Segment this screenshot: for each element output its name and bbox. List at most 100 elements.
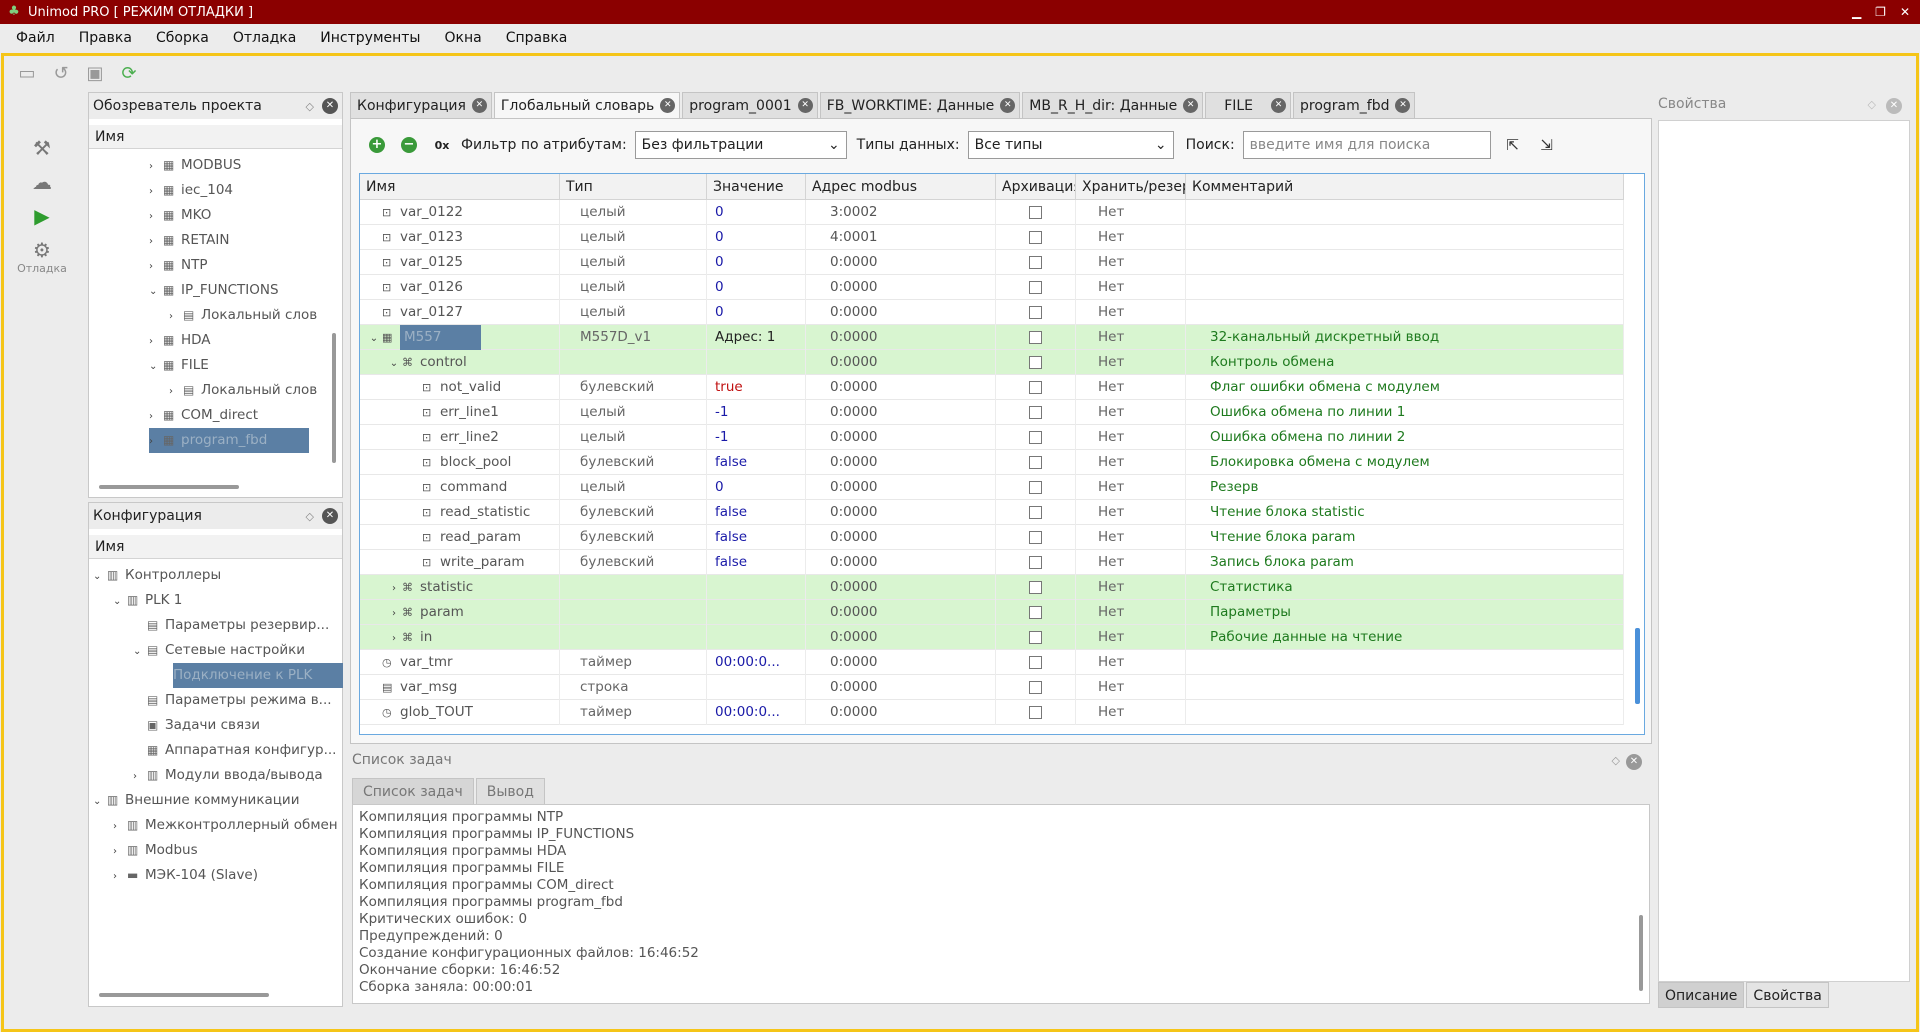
menu-help[interactable]: Справка [494, 30, 580, 46]
remove-variable-icon[interactable]: − [401, 137, 417, 153]
close-icon[interactable]: ✕ [1886, 98, 1902, 114]
collapse-arrow-icon[interactable]: ⌄ [113, 589, 127, 613]
cell-value[interactable]: 0 [707, 250, 806, 275]
cell-name[interactable]: › ⌘ param [360, 600, 560, 625]
cell-name[interactable]: ⊡ var_0126 [360, 275, 560, 300]
table-row[interactable]: ◷ glob_TOUT таймер 00:00:0... 0:0000 Нет [360, 700, 1624, 725]
cell-value[interactable] [707, 675, 806, 700]
cell-keep[interactable]: Нет [1076, 375, 1186, 400]
tree-item[interactable]: ⌄ ▦ FILE [149, 353, 329, 378]
collapse-arrow-icon[interactable]: ⌄ [149, 354, 163, 378]
tree-item[interactable]: ▦ Аппаратная конфигур... [133, 738, 339, 763]
cell-value[interactable]: Адрес: 1 [707, 325, 806, 350]
cell-name[interactable]: ⊡ err_line2 [360, 425, 560, 450]
cell-keep[interactable]: Нет [1076, 675, 1186, 700]
archive-checkbox[interactable] [1029, 380, 1042, 394]
cell-name[interactable]: ◷ glob_TOUT [360, 700, 560, 725]
cell-addr[interactable]: 0:0000 [806, 650, 996, 675]
vertical-scrollbar[interactable] [1639, 915, 1643, 991]
expand-arrow-icon[interactable]: › [113, 814, 127, 838]
export-icon[interactable]: ⇱ [1501, 133, 1525, 157]
cell-name[interactable]: › ⌘ in [360, 625, 560, 650]
archive-checkbox[interactable] [1029, 555, 1042, 569]
table-row[interactable]: › ⌘ param 0:0000 Нет Параметры [360, 600, 1624, 625]
types-select[interactable]: Все типы ⌄ [967, 131, 1174, 159]
cell-type[interactable]: строка [560, 675, 707, 700]
archive-checkbox[interactable] [1029, 580, 1042, 594]
cell-comment[interactable]: Рабочие данные на чтение [1186, 625, 1624, 650]
tree-item[interactable]: › ▦ iec_104 [149, 178, 329, 203]
archive-checkbox[interactable] [1029, 655, 1042, 669]
archive-checkbox[interactable] [1029, 530, 1042, 544]
cell-addr[interactable]: 0:0000 [806, 250, 996, 275]
cell-comment[interactable]: Статистика [1186, 575, 1624, 600]
archive-checkbox[interactable] [1029, 230, 1042, 244]
cell-keep[interactable]: Нет [1076, 550, 1186, 575]
table-row[interactable]: › ⌘ in 0:0000 Нет Рабочие данные на чтение [360, 625, 1624, 650]
tab-program-fbd[interactable]: program_fbd ✕ [1293, 92, 1416, 118]
cell-value[interactable] [707, 625, 806, 650]
col-value[interactable]: Значение [707, 174, 806, 200]
tree-item[interactable]: ⌄ ▥ Внешние коммуникации [93, 788, 333, 813]
cell-type[interactable]: M557D_v1 [560, 325, 707, 350]
restore-icon[interactable]: ❐ [1875, 5, 1886, 19]
cell-addr[interactable]: 4:0001 [806, 225, 996, 250]
cell-name[interactable]: ⊡ var_0127 [360, 300, 560, 325]
col-archive[interactable]: Архивация [996, 174, 1076, 200]
cell-value[interactable]: -1 [707, 400, 806, 425]
col-type[interactable]: Тип [560, 174, 707, 200]
cell-keep[interactable]: Нет [1076, 275, 1186, 300]
table-row[interactable]: ⊡ block_pool булевский false 0:0000 Нет Блокир… [360, 450, 1624, 475]
cell-name[interactable]: › ⌘ statistic [360, 575, 560, 600]
cell-addr[interactable]: 0:0000 [806, 625, 996, 650]
run-icon[interactable]: ▶ [4, 204, 80, 228]
tab-output[interactable]: Вывод [475, 778, 545, 804]
menu-windows[interactable]: Окна [432, 30, 493, 46]
tree-item[interactable]: › ▤ Локальный слов [169, 303, 329, 328]
tree-item[interactable]: ⌄ ▤ Сетевые настройки [133, 638, 339, 663]
col-name[interactable]: Имя [360, 174, 560, 200]
tab-task-list[interactable]: Список задач [352, 778, 474, 804]
cell-comment[interactable] [1186, 200, 1624, 225]
col-keep[interactable]: Хранить/резерв [1076, 174, 1186, 200]
import-icon[interactable]: ⇲ [1535, 133, 1559, 157]
menu-debug[interactable]: Отладка [221, 30, 308, 46]
close-tab-icon[interactable]: ✕ [471, 98, 487, 113]
cell-type[interactable]: целый [560, 475, 707, 500]
cell-type[interactable]: целый [560, 300, 707, 325]
cell-comment[interactable]: 32-канальный дискретный ввод [1186, 325, 1624, 350]
cell-comment[interactable]: Параметры [1186, 600, 1624, 625]
expand-arrow-icon[interactable]: › [169, 304, 183, 328]
cell-name[interactable]: ⊡ var_0125 [360, 250, 560, 275]
cell-type[interactable]: целый [560, 275, 707, 300]
col-comment[interactable]: Комментарий [1186, 174, 1624, 200]
table-row[interactable]: ⊡ read_statistic булевский false 0:0000 Нет Чт… [360, 500, 1624, 525]
archive-checkbox[interactable] [1029, 480, 1042, 494]
close-tab-icon[interactable]: ✕ [1271, 98, 1287, 113]
upload-cloud-icon[interactable]: ☁ [4, 170, 80, 194]
cell-type[interactable]: целый [560, 400, 707, 425]
menu-file[interactable]: Файл [4, 30, 67, 46]
expand-arrow-icon[interactable]: › [169, 379, 183, 403]
close-tab-icon[interactable]: ✕ [1395, 98, 1411, 113]
cell-keep[interactable]: Нет [1076, 500, 1186, 525]
tree-item[interactable]: › ▥ Межконтроллерный обмен [113, 813, 339, 838]
cell-addr[interactable]: 3:0002 [806, 200, 996, 225]
table-row[interactable]: ⊡ err_line2 целый -1 0:0000 Нет Ошибка обмена … [360, 425, 1624, 450]
cell-addr[interactable]: 0:0000 [806, 400, 996, 425]
cell-addr[interactable]: 0:0000 [806, 500, 996, 525]
tree-item[interactable]: › ▦ RETAIN [149, 228, 329, 253]
cell-addr[interactable]: 0:0000 [806, 325, 996, 350]
archive-checkbox[interactable] [1029, 205, 1042, 219]
cell-comment[interactable] [1186, 300, 1624, 325]
cell-addr[interactable]: 0:0000 [806, 525, 996, 550]
cell-type[interactable] [560, 600, 707, 625]
tab-description[interactable]: Описание [1658, 982, 1745, 1008]
cell-name[interactable]: ⊡ err_line1 [360, 400, 560, 425]
cell-type[interactable]: таймер [560, 700, 707, 725]
tree-item[interactable]: › ▥ Modbus [113, 838, 339, 863]
cell-addr[interactable]: 0:0000 [806, 600, 996, 625]
search-input[interactable]: введите имя для поиска [1242, 131, 1491, 159]
tree-item-selected[interactable]: › ▦ program_fbd [149, 428, 309, 453]
cell-value[interactable]: 0 [707, 300, 806, 325]
